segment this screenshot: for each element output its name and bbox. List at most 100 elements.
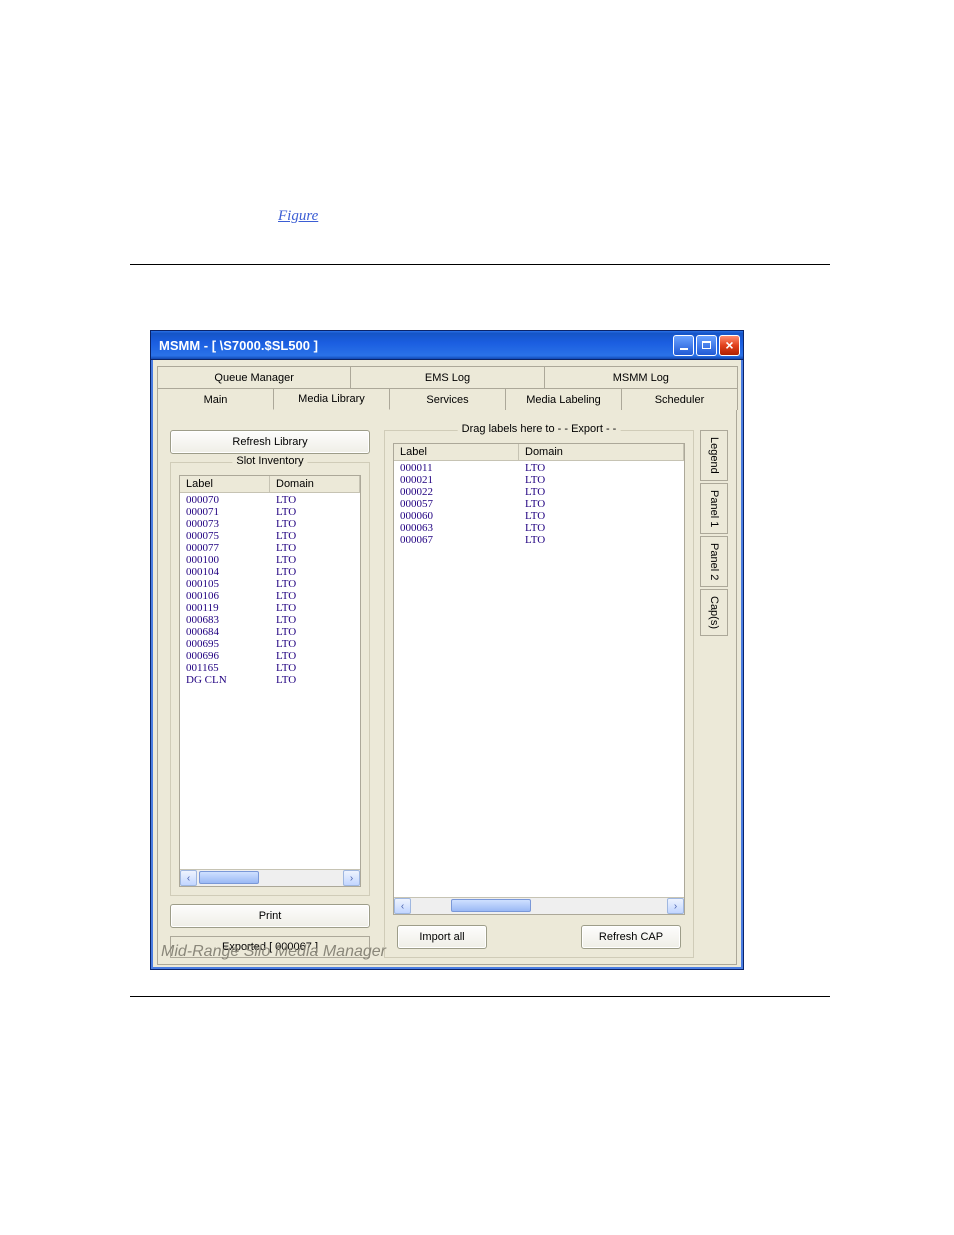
side-tab-panel-2[interactable]: Panel 2 — [700, 536, 728, 587]
scroll-right-icon[interactable]: › — [667, 898, 684, 914]
import-all-button[interactable]: Import all — [397, 925, 487, 949]
col-domain[interactable]: Domain — [270, 476, 360, 492]
title-bar[interactable]: MSMM - [ \S7000.$SL500 ] × — [151, 331, 743, 360]
side-tab-panel-1[interactable]: Panel 1 — [700, 483, 728, 534]
close-button[interactable]: × — [719, 335, 740, 356]
list-item[interactable]: 000683LTO — [180, 614, 360, 626]
list-item[interactable]: 000696LTO — [180, 650, 360, 662]
tab-media-labeling[interactable]: Media Labeling — [505, 388, 622, 410]
list-body[interactable]: 000011LTO000021LTO000022LTO000057LTO0000… — [394, 461, 684, 897]
cell-domain: LTO — [270, 590, 360, 602]
window-controls: × — [673, 335, 740, 356]
maximize-button[interactable] — [696, 335, 717, 356]
list-item[interactable]: 000119LTO — [180, 602, 360, 614]
scroll-thumb[interactable] — [451, 899, 531, 912]
cell-domain: LTO — [519, 534, 684, 546]
list-item[interactable]: 000684LTO — [180, 626, 360, 638]
scroll-track[interactable] — [411, 898, 667, 914]
tab-label: Main — [204, 394, 228, 406]
list-item[interactable]: 000104LTO — [180, 566, 360, 578]
tab-label: MSMM Log — [613, 372, 669, 384]
cell-domain: LTO — [270, 578, 360, 590]
refresh-cap-button[interactable]: Refresh CAP — [581, 925, 681, 949]
app-window: MSMM - [ \S7000.$SL500 ] × Queue Manager… — [150, 330, 744, 970]
list-item[interactable]: 000105LTO — [180, 578, 360, 590]
cell-label: 000100 — [180, 554, 270, 566]
list-item[interactable]: 000077LTO — [180, 542, 360, 554]
list-item[interactable]: 000022LTO — [394, 486, 684, 498]
cell-label: 001165 — [180, 662, 270, 674]
list-item[interactable]: 000075LTO — [180, 530, 360, 542]
list-item[interactable]: 001165LTO — [180, 662, 360, 674]
tab-content: Refresh Library Slot Inventory Label Dom… — [157, 410, 737, 965]
tab-label: EMS Log — [425, 372, 470, 384]
scroll-left-icon[interactable]: ‹ — [394, 898, 411, 914]
list-header: Label Domain — [394, 444, 684, 461]
tab-scheduler[interactable]: Scheduler — [621, 388, 738, 410]
group-title: Drag labels here to - - Export - - — [458, 423, 621, 435]
list-item[interactable]: 000067LTO — [394, 534, 684, 546]
cell-domain: LTO — [270, 614, 360, 626]
cell-domain: LTO — [270, 662, 360, 674]
tab-label: Scheduler — [655, 394, 705, 406]
list-item[interactable]: 000695LTO — [180, 638, 360, 650]
cell-label: 000105 — [180, 578, 270, 590]
cell-domain: LTO — [519, 462, 684, 474]
slot-inventory-list[interactable]: Label Domain 000070LTO000071LTO000073LTO… — [179, 475, 361, 887]
list-body[interactable]: 000070LTO000071LTO000073LTO000075LTO0000… — [180, 493, 360, 869]
list-item[interactable]: 000071LTO — [180, 506, 360, 518]
horizontal-scrollbar[interactable]: ‹ › — [180, 869, 360, 886]
minimize-button[interactable] — [673, 335, 694, 356]
tab-row-top: Queue Manager EMS Log MSMM Log — [157, 366, 737, 388]
cell-domain: LTO — [519, 522, 684, 534]
col-label[interactable]: Label — [394, 444, 519, 460]
right-column: Drag labels here to - - Export - - Label… — [384, 430, 728, 958]
tab-label: Services — [426, 394, 468, 406]
side-tab-legend[interactable]: Legend — [700, 430, 728, 481]
cell-domain: LTO — [270, 626, 360, 638]
scroll-left-icon[interactable]: ‹ — [180, 870, 197, 886]
cell-label: 000119 — [180, 602, 270, 614]
horizontal-scrollbar[interactable]: ‹ › — [394, 897, 684, 914]
list-item[interactable]: 000011LTO — [394, 462, 684, 474]
cell-domain: LTO — [270, 506, 360, 518]
refresh-library-button[interactable]: Refresh Library — [170, 430, 370, 454]
cell-domain: LTO — [519, 498, 684, 510]
list-item[interactable]: 000060LTO — [394, 510, 684, 522]
tab-msmm-log[interactable]: MSMM Log — [544, 366, 738, 388]
cell-label: 000075 — [180, 530, 270, 542]
list-item[interactable]: 000100LTO — [180, 554, 360, 566]
tab-main[interactable]: Main — [157, 388, 274, 410]
list-item[interactable]: 000021LTO — [394, 474, 684, 486]
cell-label: 000104 — [180, 566, 270, 578]
print-button[interactable]: Print — [170, 904, 370, 928]
button-row: Import all Refresh CAP — [393, 925, 685, 949]
tab-queue-manager[interactable]: Queue Manager — [157, 366, 351, 388]
group-title: Slot Inventory — [232, 455, 307, 467]
scroll-thumb[interactable] — [199, 871, 259, 884]
list-item[interactable]: DG CLNLTO — [180, 674, 360, 686]
col-domain[interactable]: Domain — [519, 444, 684, 460]
separator-bottom — [130, 996, 830, 997]
figure-link[interactable]: Figure — [278, 208, 318, 225]
tab-ems-log[interactable]: EMS Log — [350, 366, 544, 388]
button-label: Refresh Library — [232, 436, 307, 448]
tab-label: Media Library — [298, 393, 365, 405]
list-item[interactable]: 000106LTO — [180, 590, 360, 602]
cell-domain: LTO — [270, 518, 360, 530]
list-item[interactable]: 000063LTO — [394, 522, 684, 534]
list-item[interactable]: 000073LTO — [180, 518, 360, 530]
scroll-right-icon[interactable]: › — [343, 870, 360, 886]
window-title: MSMM - [ \S7000.$SL500 ] — [159, 338, 318, 353]
cell-domain: LTO — [270, 602, 360, 614]
col-label[interactable]: Label — [180, 476, 270, 492]
tab-media-library[interactable]: Media Library — [273, 388, 390, 410]
cell-label: 000071 — [180, 506, 270, 518]
tab-services[interactable]: Services — [389, 388, 506, 410]
scroll-track[interactable] — [197, 870, 343, 886]
export-list[interactable]: Label Domain 000011LTO000021LTO000022LTO… — [393, 443, 685, 915]
side-tab-caps[interactable]: Cap(s) — [700, 589, 728, 636]
list-item[interactable]: 000070LTO — [180, 494, 360, 506]
list-item[interactable]: 000057LTO — [394, 498, 684, 510]
tab-row-bottom: Main Media Library Services Media Labeli… — [157, 388, 737, 410]
